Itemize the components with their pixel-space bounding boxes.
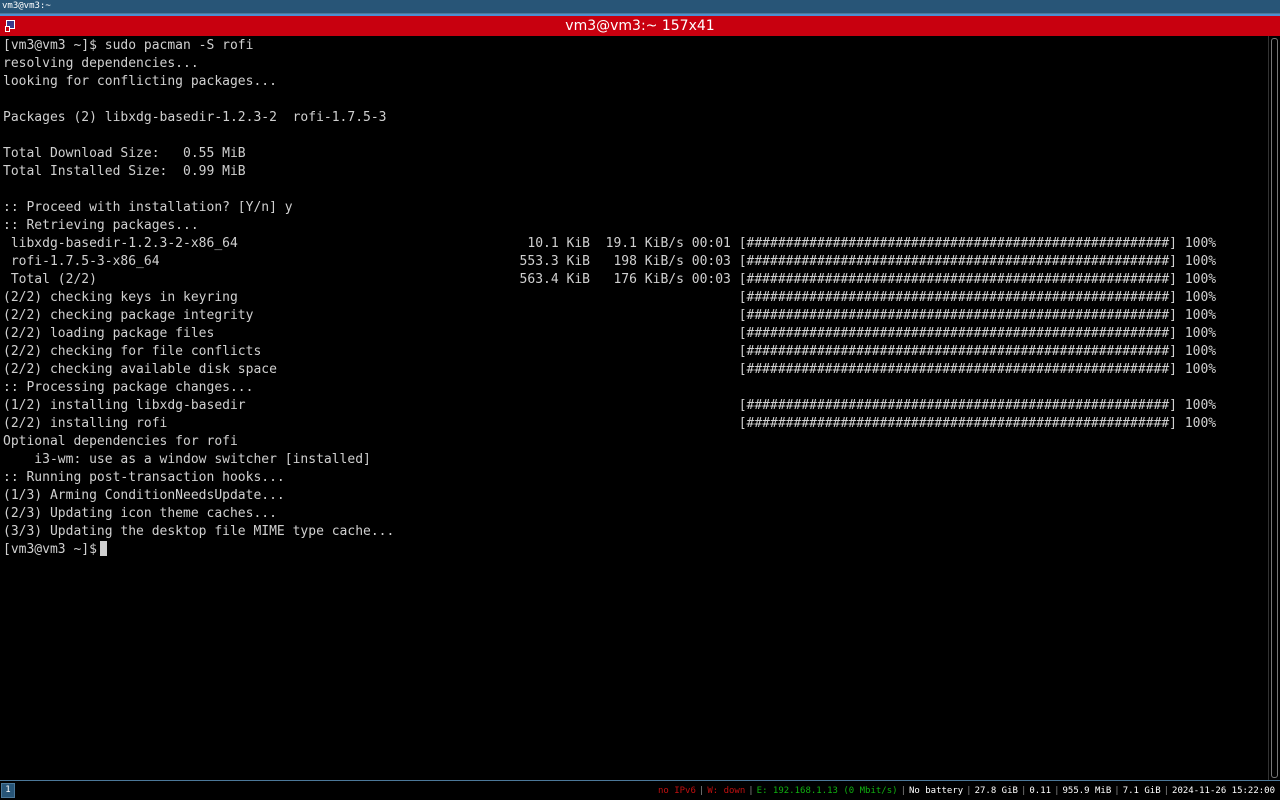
status-memory: 955.9 MiB xyxy=(1062,786,1112,796)
terminal-line: looking for conflicting packages... xyxy=(3,74,277,89)
text-cursor xyxy=(99,541,107,556)
terminal-line: :: Running post-transaction hooks... xyxy=(3,470,285,485)
terminal-line: (2/2) checking package integrity [######… xyxy=(3,308,1217,323)
window-titlebar[interactable]: vm3@vm3:~ 157x41 xyxy=(0,14,1280,36)
i3-tab-title: vm3@vm3:~ xyxy=(2,1,51,11)
status-ethernet: E: 192.168.1.13 (0 Mbit/s) xyxy=(756,786,898,796)
terminal-line: :: Processing package changes... xyxy=(3,380,254,395)
i3-status-bar: 1 no IPv6 | W: down | E: 192.168.1.13 (0 Mbi… xyxy=(0,780,1280,800)
status-datetime: 2024-11-26 15:22:00 xyxy=(1172,786,1275,796)
terminal-line: [vm3@vm3 ~]$ sudo pacman -S rofi xyxy=(3,38,254,53)
terminal-line: Packages (2) libxdg-basedir-1.2.3-2 rofi… xyxy=(3,110,387,125)
terminal-line: :: Proceed with installation? [Y/n] y xyxy=(3,200,293,215)
status-battery: No battery xyxy=(908,786,964,796)
terminal-line: resolving dependencies... xyxy=(3,56,199,71)
terminal-line: libxdg-basedir-1.2.3-2-x86_64 10.1 KiB 1… xyxy=(3,236,1217,251)
terminal-line: i3-wm: use as a window switcher [install… xyxy=(3,452,371,467)
status-swap: 7.1 GiB xyxy=(1122,786,1161,796)
window-title: vm3@vm3:~ 157x41 xyxy=(565,18,715,34)
terminal-line: (2/2) checking for file conflicts [#####… xyxy=(3,344,1217,359)
terminal-line: :: Retrieving packages... xyxy=(3,218,199,233)
status-load: 0.11 xyxy=(1029,786,1052,796)
terminal-area[interactable]: [vm3@vm3 ~]$ sudo pacman -S rofi resolvin… xyxy=(0,36,1268,780)
terminal-line: rofi-1.7.5-3-x86_64 553.3 KiB 198 KiB/s … xyxy=(3,254,1217,269)
status-wireless: W: down xyxy=(707,786,746,796)
terminal-line: (2/2) installing rofi [#################… xyxy=(3,416,1217,431)
shell-prompt: [vm3@vm3 ~]$ xyxy=(3,542,97,557)
terminal-line: (2/2) checking available disk space [###… xyxy=(3,362,1217,377)
status-disk: 27.8 GiB xyxy=(974,786,1018,796)
status-ipv6: no IPv6 xyxy=(657,786,696,796)
workspace-button-1[interactable]: 1 xyxy=(1,783,15,798)
terminal-line: (1/3) Arming ConditionNeedsUpdate... xyxy=(3,488,285,503)
terminal-prompt-line: [vm3@vm3 ~]$ xyxy=(3,541,1216,559)
terminal-line: (2/2) checking keys in keyring [########… xyxy=(3,290,1217,305)
terminal-line: (3/3) Updating the desktop file MIME typ… xyxy=(3,524,395,539)
terminal-line: (2/2) loading package files [###########… xyxy=(3,326,1217,341)
terminal-line: (2/3) Updating icon theme caches... xyxy=(3,506,277,521)
terminal-line: Total Installed Size: 0.99 MiB xyxy=(3,164,246,179)
scrollbar-thumb[interactable] xyxy=(1271,38,1278,778)
status-items: no IPv6 | W: down | E: 192.168.1.13 (0 Mbit/… xyxy=(655,784,1278,798)
terminal-scrollbar[interactable] xyxy=(1268,36,1280,780)
terminal-line: Total Download Size: 0.55 MiB xyxy=(3,146,246,161)
terminal-line: Optional dependencies for rofi xyxy=(3,434,238,449)
i3-tab-title-bar[interactable]: vm3@vm3:~ xyxy=(0,0,1280,14)
terminal-line: Total (2/2) 563.4 KiB 176 KiB/s 00:03 [#… xyxy=(3,272,1217,287)
terminal-output: [vm3@vm3 ~]$ sudo pacman -S rofi resolvin… xyxy=(3,37,1216,559)
terminal-line: (1/2) installing libxdg-basedir [#######… xyxy=(3,398,1217,413)
